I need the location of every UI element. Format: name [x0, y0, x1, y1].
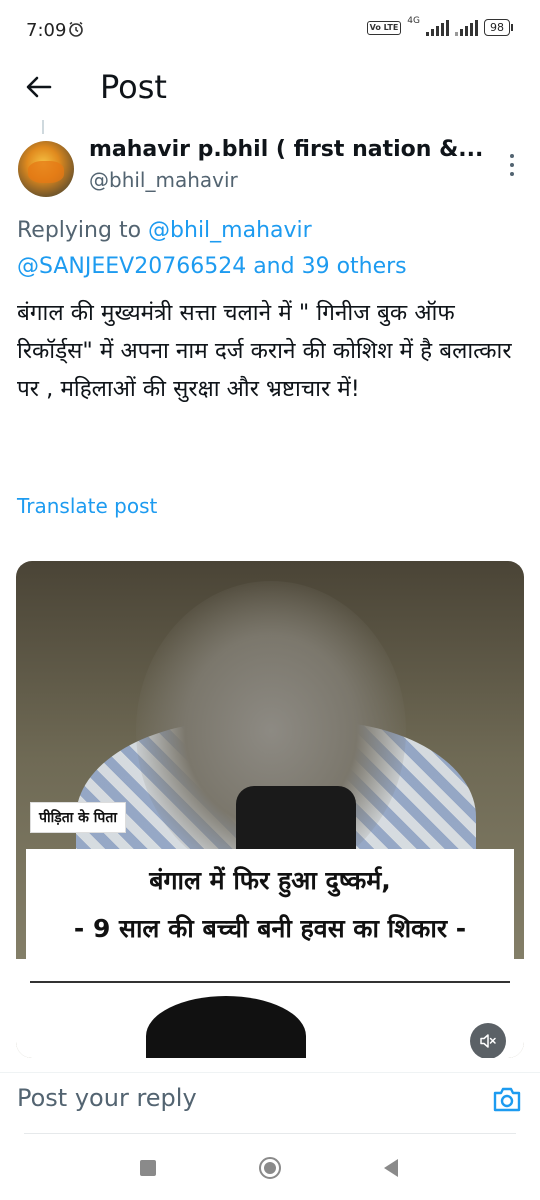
home-icon[interactable]: [258, 1156, 282, 1180]
media-tag-label: पीड़िता के पिता: [30, 802, 126, 833]
volume-muted-icon: [480, 1034, 496, 1048]
camera-icon[interactable]: [492, 1085, 522, 1113]
media-headline-line-1: बंगाल में फिर हुआ दुष्कर्म,: [149, 866, 391, 895]
more-options-icon[interactable]: [508, 152, 516, 178]
others-link[interactable]: and 39 others: [253, 254, 406, 279]
thread-connector-line: [42, 120, 44, 134]
avatar[interactable]: [18, 141, 74, 197]
signal-icon: [426, 19, 449, 36]
media-headline-line-2: - 9 साल की बच्ची बनी हवस का शिकार -: [73, 914, 467, 943]
mention-link[interactable]: @bhil_mahavir: [148, 218, 312, 243]
system-back-icon[interactable]: [382, 1158, 400, 1178]
alarm-icon: [69, 21, 83, 37]
reply-divider: [24, 1133, 516, 1134]
status-time: 7:09: [26, 20, 67, 41]
status-bar: 7:09 Vo LTE 4G 98: [0, 0, 540, 60]
translate-post-link[interactable]: Translate post: [17, 494, 157, 518]
replying-prefix: Replying to: [17, 218, 142, 243]
recents-icon[interactable]: [140, 1160, 156, 1176]
media-divider: [30, 981, 510, 983]
author-display-name[interactable]: mahavir p.bhil ( first nation &...: [89, 137, 483, 162]
media-headline-box: बंगाल में फिर हुआ दुष्कर्म, - 9 साल की ब…: [26, 849, 514, 959]
reply-input[interactable]: Post your reply: [17, 1084, 197, 1112]
mention-link[interactable]: @SANJEEV20766524: [17, 254, 246, 279]
post-media-video[interactable]: पीड़िता के पिता बंगाल में फिर हुआ दुष्कर…: [16, 561, 524, 1058]
replying-to: Replying to @bhil_mahavir @SANJEEV207665…: [17, 213, 527, 285]
battery-icon: 98: [484, 19, 513, 36]
back-arrow-icon[interactable]: [24, 72, 54, 102]
page-title: Post: [100, 68, 167, 106]
volte-badge: Vo LTE: [366, 20, 402, 35]
post-text: बंगाल की मुख्यमंत्री सत्ता चलाने में " ग…: [17, 300, 512, 402]
top-app-bar: Post: [0, 60, 540, 118]
network-type: 4G: [407, 15, 420, 26]
status-indicators: Vo LTE 4G 98: [366, 15, 513, 36]
mute-button[interactable]: [470, 1023, 506, 1058]
author-handle[interactable]: @bhil_mahavir: [89, 168, 238, 192]
signal-icon-2: [455, 19, 478, 36]
